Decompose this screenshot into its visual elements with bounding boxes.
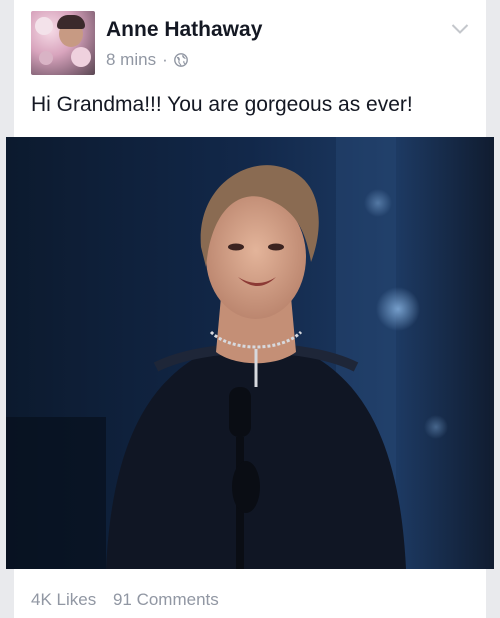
post-card: Anne Hathaway 8 mins · Hi Grandma!!! You… [6, 0, 494, 618]
post-meta: 8 mins · [106, 50, 188, 70]
author-name[interactable]: Anne Hathaway [106, 18, 262, 42]
avatar-flower [39, 51, 53, 65]
chevron-down-icon[interactable] [451, 23, 469, 35]
photo-illustration [6, 137, 494, 569]
post-text: Hi Grandma!!! You are gorgeous as ever! [31, 93, 413, 116]
avatar[interactable] [31, 11, 95, 75]
avatar-flower [35, 17, 53, 35]
avatar-hair [57, 15, 85, 29]
comments-count[interactable]: 91 Comments [113, 590, 219, 609]
post-photo[interactable] [6, 137, 494, 569]
globe-icon[interactable] [173, 53, 188, 67]
avatar-flower [71, 47, 91, 67]
post-stats: 4K Likes 91 Comments [31, 590, 219, 610]
meta-separator: · [162, 50, 168, 69]
post-time[interactable]: 8 mins [106, 50, 156, 70]
likes-count[interactable]: 4K Likes [31, 590, 96, 609]
